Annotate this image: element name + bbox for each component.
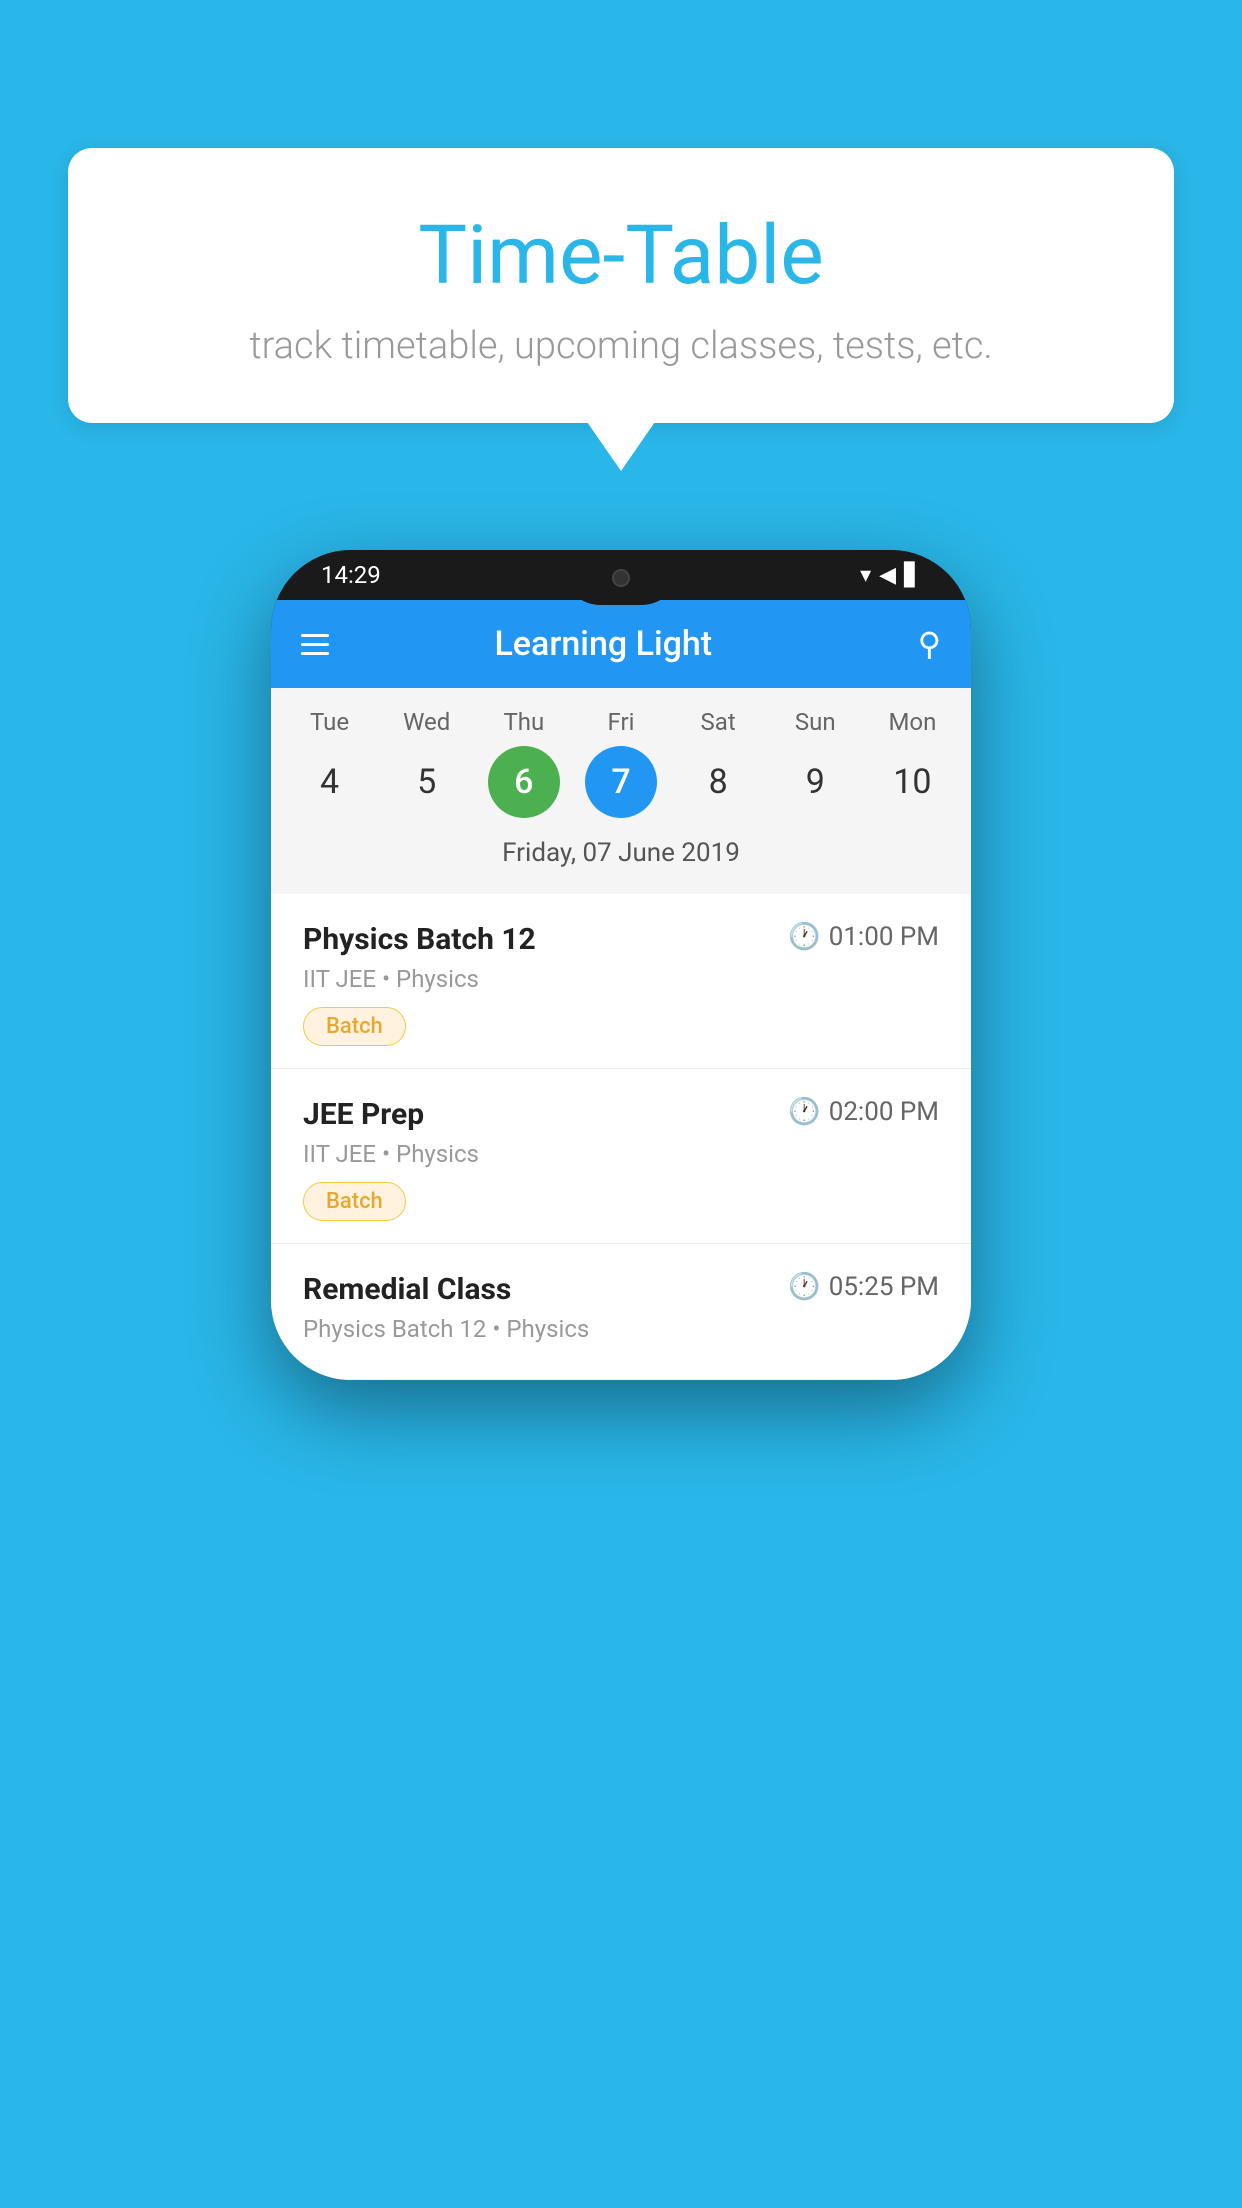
class-name-2: JEE Prep [303, 1097, 424, 1132]
day-header-tue: Tue [294, 708, 366, 736]
clock-icon-1: 🕐 [788, 922, 820, 952]
clock-icon-3: 🕐 [788, 1272, 820, 1302]
day-4[interactable]: 4 [294, 746, 366, 818]
day-headers: Tue Wed Thu Fri Sat Sun Mon [271, 708, 971, 736]
day-5[interactable]: 5 [391, 746, 463, 818]
status-time: 14:29 [321, 561, 381, 589]
signal-icon: ◀ [879, 563, 896, 588]
bubble-title: Time-Table [118, 208, 1124, 304]
day-10[interactable]: 10 [876, 746, 948, 818]
day-header-thu: Thu [488, 708, 560, 736]
day-7-selected[interactable]: 7 [585, 746, 657, 818]
phone-container: 14:29 ▾ ◀ ▋ Learning Light ⚲ [271, 550, 971, 1380]
day-header-sun: Sun [779, 708, 851, 736]
battery-icon: ▋ [904, 563, 921, 588]
calendar-strip: Tue Wed Thu Fri Sat Sun Mon 4 5 6 7 8 9 … [271, 688, 971, 894]
class-name-1: Physics Batch 12 [303, 922, 536, 957]
class-subtitle-3: Physics Batch 12 • Physics [303, 1315, 939, 1343]
status-icons: ▾ ◀ ▋ [860, 563, 921, 588]
class-time-3: 🕐 05:25 PM [788, 1272, 939, 1302]
clock-icon-2: 🕐 [788, 1097, 820, 1127]
class-item-1[interactable]: Physics Batch 12 🕐 01:00 PM IIT JEE • Ph… [271, 894, 971, 1069]
class-time-2: 🕐 02:00 PM [788, 1097, 939, 1127]
front-camera [612, 569, 630, 587]
day-numbers: 4 5 6 7 8 9 10 [271, 746, 971, 818]
batch-tag-1: Batch [303, 1007, 406, 1046]
class-item-3[interactable]: Remedial Class 🕐 05:25 PM Physics Batch … [271, 1244, 971, 1380]
phone-notch [561, 550, 681, 605]
app-header: Learning Light ⚲ [271, 600, 971, 688]
day-header-fri: Fri [585, 708, 657, 736]
class-time-value-1: 01:00 PM [829, 922, 939, 952]
day-header-wed: Wed [391, 708, 463, 736]
class-item-2[interactable]: JEE Prep 🕐 02:00 PM IIT JEE • Physics Ba… [271, 1069, 971, 1244]
status-bar: 14:29 ▾ ◀ ▋ [271, 550, 971, 600]
app-title: Learning Light [329, 624, 878, 664]
class-subtitle-2: IIT JEE • Physics [303, 1140, 939, 1168]
class-time-1: 🕐 01:00 PM [788, 922, 939, 952]
day-9[interactable]: 9 [779, 746, 851, 818]
speech-bubble-container: Time-Table track timetable, upcoming cla… [68, 148, 1174, 423]
wifi-icon: ▾ [860, 563, 871, 588]
class-subtitle-1: IIT JEE • Physics [303, 965, 939, 993]
class-time-value-2: 02:00 PM [829, 1097, 939, 1127]
class-name-3: Remedial Class [303, 1272, 511, 1307]
day-header-mon: Mon [876, 708, 948, 736]
phone-frame: 14:29 ▾ ◀ ▋ Learning Light ⚲ [271, 550, 971, 1380]
day-header-sat: Sat [682, 708, 754, 736]
batch-tag-2: Batch [303, 1182, 406, 1221]
class-time-value-3: 05:25 PM [829, 1272, 939, 1302]
bubble-subtitle: track timetable, upcoming classes, tests… [118, 324, 1124, 368]
day-8[interactable]: 8 [682, 746, 754, 818]
class-list: Physics Batch 12 🕐 01:00 PM IIT JEE • Ph… [271, 894, 971, 1380]
phone-screen: Tue Wed Thu Fri Sat Sun Mon 4 5 6 7 8 9 … [271, 688, 971, 1380]
search-icon[interactable]: ⚲ [918, 625, 941, 663]
class-item-3-top: Remedial Class 🕐 05:25 PM [303, 1272, 939, 1307]
speech-bubble: Time-Table track timetable, upcoming cla… [68, 148, 1174, 423]
class-item-2-top: JEE Prep 🕐 02:00 PM [303, 1097, 939, 1132]
selected-date: Friday, 07 June 2019 [271, 830, 971, 884]
day-6-today[interactable]: 6 [488, 746, 560, 818]
class-item-1-top: Physics Batch 12 🕐 01:00 PM [303, 922, 939, 957]
menu-button[interactable] [301, 634, 329, 655]
